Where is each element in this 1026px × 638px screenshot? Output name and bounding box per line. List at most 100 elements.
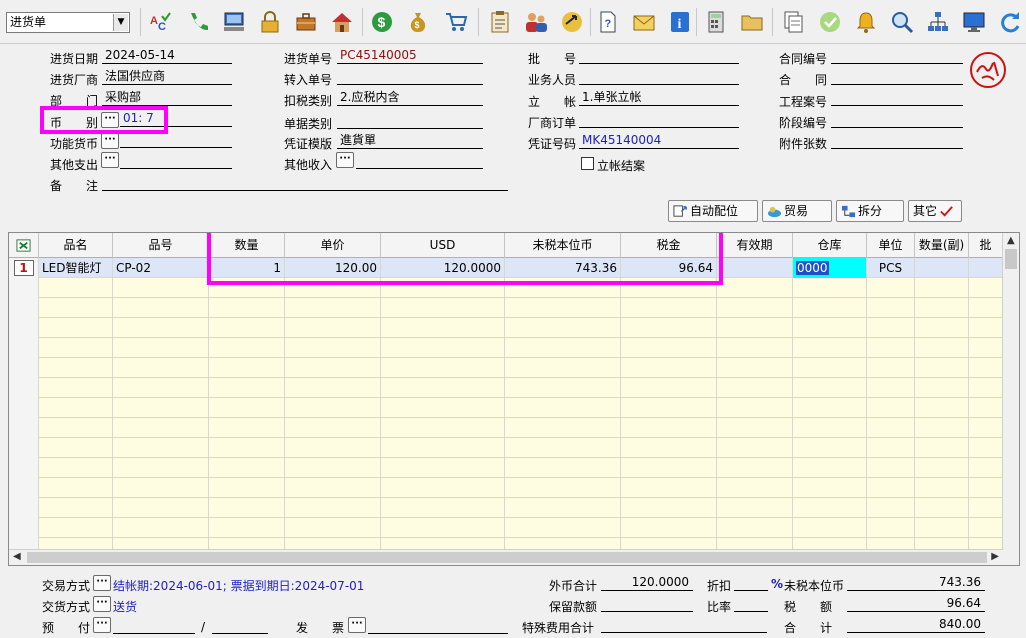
users-icon[interactable] xyxy=(522,8,550,36)
grid-cell[interactable] xyxy=(285,318,381,338)
grid-cell[interactable] xyxy=(505,458,621,478)
grid-cell[interactable] xyxy=(381,338,505,358)
contract-no-field[interactable] xyxy=(831,48,963,64)
phase-no-field[interactable] xyxy=(831,112,963,128)
grid-cell[interactable] xyxy=(915,298,969,318)
other-expense-button[interactable]: ··· xyxy=(101,152,119,168)
grid-cell[interactable] xyxy=(969,378,1003,398)
grid-cell[interactable] xyxy=(915,498,969,518)
grid-cell[interactable] xyxy=(915,438,969,458)
grid-cell[interactable] xyxy=(621,398,717,418)
project-no-field[interactable] xyxy=(831,90,963,106)
grid-cell[interactable] xyxy=(113,418,209,438)
documents-icon[interactable] xyxy=(780,8,808,36)
grid-cell[interactable] xyxy=(505,438,621,458)
purchase-date-field[interactable]: 2024-05-14 xyxy=(102,48,232,64)
prepay-button[interactable]: ··· xyxy=(93,617,111,633)
grid-cell[interactable] xyxy=(915,338,969,358)
cell-unit[interactable]: PCS xyxy=(867,258,915,278)
table-row[interactable] xyxy=(9,438,1003,458)
grid-cell[interactable] xyxy=(381,378,505,398)
supplier-field[interactable]: 法国供应商 xyxy=(102,69,232,85)
table-row[interactable] xyxy=(9,298,1003,318)
grid-cell[interactable] xyxy=(39,398,113,418)
table-row[interactable] xyxy=(9,358,1003,378)
grid-cell[interactable] xyxy=(969,478,1003,498)
table-row[interactable] xyxy=(9,398,1003,418)
grid-cell[interactable] xyxy=(285,298,381,318)
grid-cell[interactable] xyxy=(505,298,621,318)
functional-currency-button[interactable]: ··· xyxy=(101,133,119,149)
grid-cell[interactable] xyxy=(717,458,793,478)
spellcheck-icon[interactable]: AC xyxy=(146,8,174,36)
grid-cell[interactable] xyxy=(209,438,285,458)
table-row[interactable] xyxy=(9,318,1003,338)
grid-cell[interactable] xyxy=(793,458,867,478)
briefcase-icon[interactable] xyxy=(292,8,320,36)
special-fee-field[interactable] xyxy=(601,617,767,633)
trade-method-button[interactable]: ··· xyxy=(93,575,111,591)
delivery-method-button[interactable]: ··· xyxy=(93,596,111,612)
scroll-right-icon[interactable]: ▶ xyxy=(991,551,999,562)
other-button[interactable]: 其它 xyxy=(908,200,962,222)
grid-cell[interactable] xyxy=(39,438,113,458)
grid-cell[interactable] xyxy=(113,438,209,458)
grid-cell[interactable] xyxy=(505,398,621,418)
grid-cell[interactable] xyxy=(39,298,113,318)
functional-currency-field[interactable] xyxy=(120,132,232,148)
grid-cell[interactable] xyxy=(969,278,1003,298)
grid-cell[interactable] xyxy=(867,278,915,298)
grid-cell[interactable] xyxy=(209,338,285,358)
grid-cell[interactable] xyxy=(113,278,209,298)
col-batch[interactable]: 批 xyxy=(969,233,1003,258)
grid-cell[interactable] xyxy=(867,398,915,418)
grid-cell[interactable] xyxy=(113,458,209,478)
grid-cell[interactable] xyxy=(39,498,113,518)
cell-warehouse[interactable]: 0000 xyxy=(793,258,867,278)
grid-cell[interactable] xyxy=(39,358,113,378)
cell-qty2[interactable] xyxy=(915,258,969,278)
grid-cell[interactable] xyxy=(969,418,1003,438)
grid-cell[interactable] xyxy=(113,398,209,418)
grid-cell[interactable] xyxy=(867,498,915,518)
grid-cell[interactable] xyxy=(717,498,793,518)
bell-icon[interactable] xyxy=(852,8,880,36)
grid-cell[interactable] xyxy=(621,378,717,398)
cell-name[interactable]: LED智能灯 xyxy=(39,258,113,278)
grid-cell[interactable] xyxy=(915,378,969,398)
grid-cell[interactable] xyxy=(969,518,1003,538)
grid-cell[interactable] xyxy=(717,438,793,458)
grid-cell[interactable] xyxy=(381,298,505,318)
grid-cell[interactable] xyxy=(915,398,969,418)
grid-cell[interactable] xyxy=(717,298,793,318)
grid-cell[interactable] xyxy=(867,298,915,318)
other-income-field[interactable] xyxy=(356,153,483,169)
computer-icon[interactable] xyxy=(220,8,248,36)
grid-cell[interactable] xyxy=(381,438,505,458)
exchange-icon[interactable] xyxy=(558,8,586,36)
monitor-icon[interactable] xyxy=(960,8,988,36)
vertical-scrollbar[interactable]: ▲ xyxy=(1002,233,1019,565)
calculator-icon[interactable] xyxy=(702,8,730,36)
grid-cell[interactable] xyxy=(381,418,505,438)
grid-cell[interactable] xyxy=(717,318,793,338)
dollar-icon[interactable]: $ xyxy=(368,8,396,36)
chevron-down-icon[interactable]: ▼ xyxy=(113,14,128,31)
grid-cell[interactable] xyxy=(381,318,505,338)
grid-cell[interactable] xyxy=(39,378,113,398)
auto-locate-button[interactable]: 自动配位 xyxy=(668,200,758,222)
grid-cell[interactable] xyxy=(209,298,285,318)
document-type-select[interactable]: 进货单 ▼ xyxy=(6,12,130,33)
scroll-thumb[interactable] xyxy=(27,552,987,563)
grid-cell[interactable] xyxy=(505,378,621,398)
remark-field[interactable] xyxy=(102,175,508,191)
cell-code[interactable]: CP-02 xyxy=(113,258,209,278)
scroll-up-icon[interactable]: ▲ xyxy=(1007,235,1015,246)
grid-cell[interactable] xyxy=(621,478,717,498)
grid-cell[interactable] xyxy=(621,318,717,338)
settle-checkbox[interactable] xyxy=(581,157,594,170)
grid-cell[interactable] xyxy=(285,438,381,458)
grid-cell[interactable] xyxy=(867,358,915,378)
grid-cell[interactable] xyxy=(39,458,113,478)
grid-cell[interactable] xyxy=(113,298,209,318)
